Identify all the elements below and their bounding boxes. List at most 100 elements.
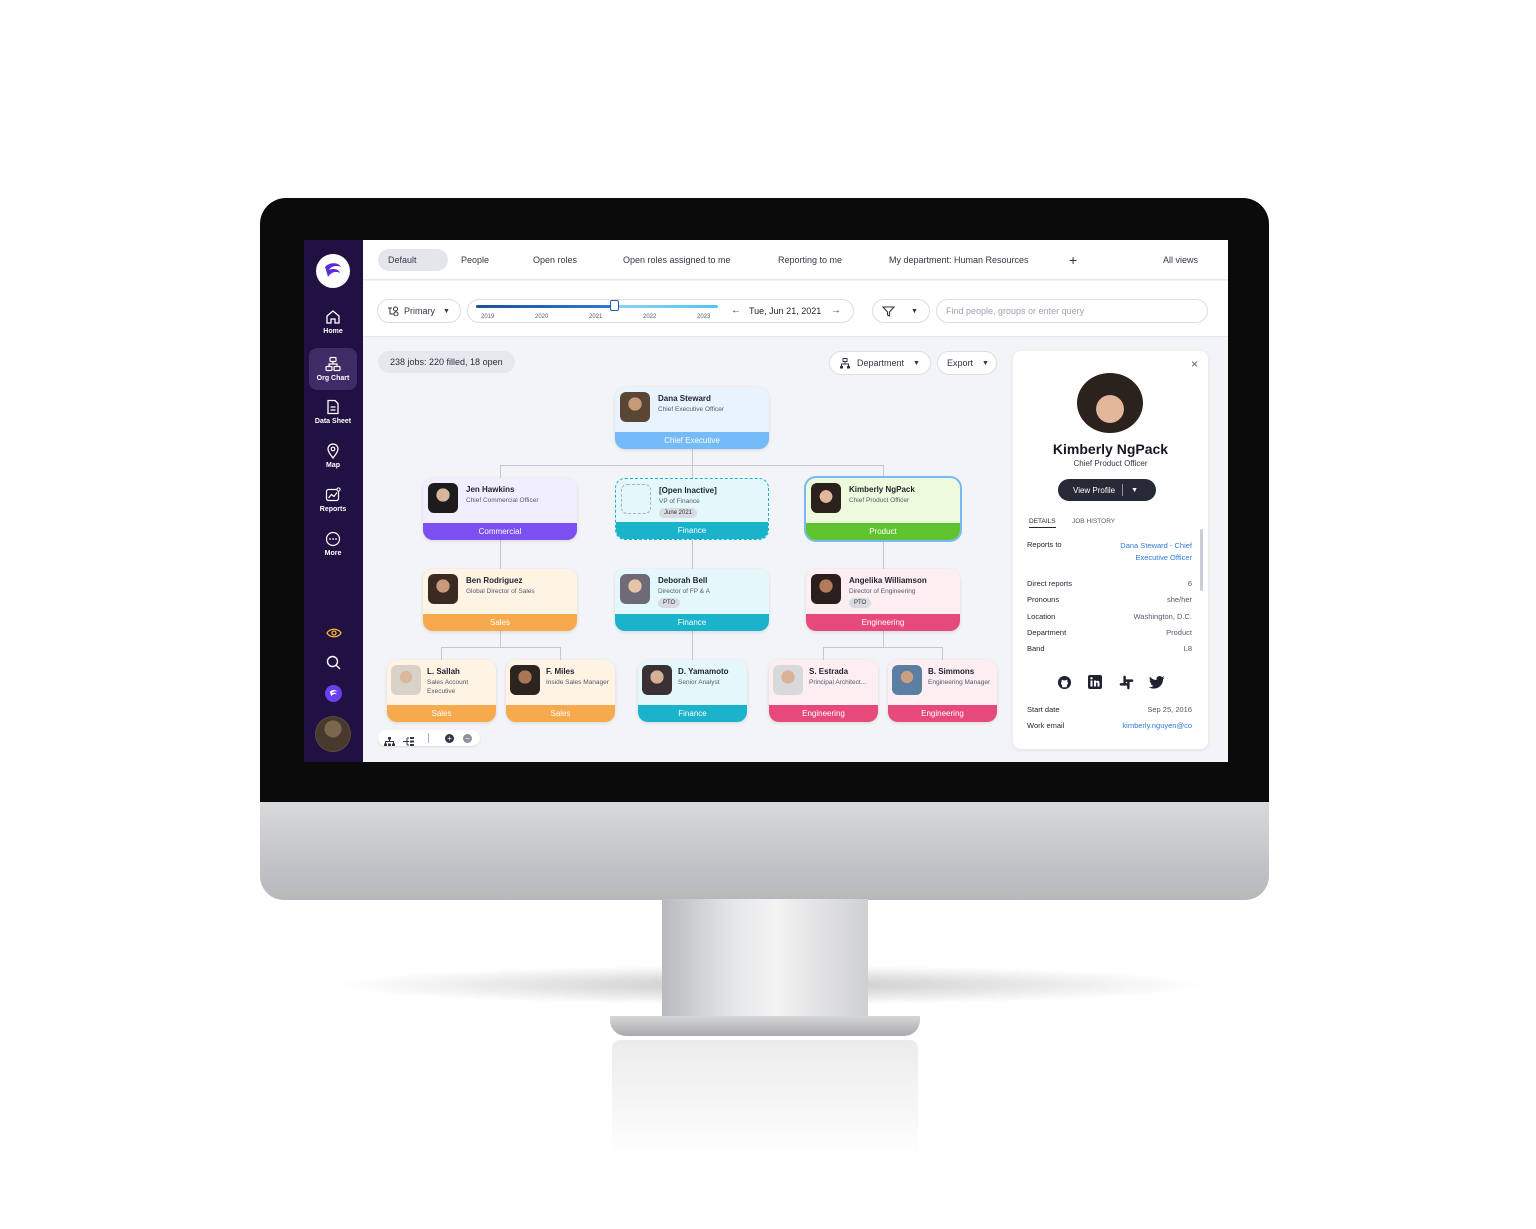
department-band: Commercial (423, 523, 577, 540)
github-icon[interactable] (1056, 674, 1072, 690)
app-logo-small-icon[interactable] (325, 685, 342, 702)
sidebar-item-label: Map (326, 462, 340, 469)
app-logo-icon[interactable] (316, 254, 350, 288)
department-band: Finance (615, 614, 769, 631)
person-photo (642, 665, 672, 695)
home-icon (326, 310, 340, 324)
person-photo (811, 483, 841, 513)
sidebar-item-data-sheet[interactable]: Data Sheet (309, 392, 357, 432)
slack-icon[interactable] (1118, 674, 1134, 690)
tab-people[interactable]: People (451, 249, 499, 271)
tab-job-history[interactable]: JOB HISTORY (1072, 518, 1115, 525)
person-name: Dana Steward (658, 394, 711, 403)
department-band: Sales (423, 614, 577, 631)
sidebar-item-reports[interactable]: Reports (309, 480, 357, 520)
sidebar: Home Org Chart Data Sheet Map Reports Mo… (304, 240, 363, 762)
sidebar-item-more[interactable]: More (309, 524, 357, 564)
add-tab-button[interactable]: + (1059, 249, 1087, 271)
tab-open-roles[interactable]: Open roles (523, 249, 587, 271)
eye-icon[interactable] (325, 624, 342, 641)
panel-scrollbar[interactable] (1200, 529, 1203, 591)
person-photo (892, 665, 922, 695)
chevron-down-icon[interactable]: ▼ (1131, 487, 1138, 494)
sidebar-item-label: Home (323, 328, 343, 335)
tab-my-department[interactable]: My department: Human Resources (879, 249, 1039, 271)
job-count-badge: 238 jobs: 220 filled, 18 open (378, 351, 515, 373)
chevron-down-icon: ▼ (913, 359, 920, 367)
arrow-left-icon[interactable]: ← (731, 305, 741, 316)
close-icon[interactable]: × (1191, 357, 1198, 371)
arrow-right-icon[interactable]: → (831, 305, 841, 316)
org-card[interactable]: D. Yamamoto Senior Analyst Finance (638, 660, 747, 722)
department-band: Sales (387, 705, 496, 722)
org-card[interactable]: Angelika Williamson Director of Engineer… (806, 569, 960, 631)
org-card[interactable]: F. Miles Inside Sales Manager Sales (506, 660, 615, 722)
zoom-in-icon[interactable]: + (445, 734, 454, 743)
department-band: Sales (506, 705, 615, 722)
department-color-button[interactable]: Department ▼ (829, 351, 931, 375)
zoom-out-icon[interactable]: − (463, 734, 472, 743)
filter-icon (882, 305, 895, 317)
person-name: S. Estrada (809, 667, 849, 676)
person-title: VP of Finance (659, 498, 700, 505)
department-label: Department (857, 358, 905, 368)
export-button[interactable]: Export ▼ (937, 351, 997, 375)
detail-label: Band (1027, 644, 1045, 653)
reports-to-link[interactable]: Dana Steward - Chief Executive Officer (1114, 540, 1192, 563)
sidebar-item-label: Org Chart (316, 375, 350, 382)
tab-open-roles-assigned[interactable]: Open roles assigned to me (613, 249, 741, 271)
search-icon[interactable] (325, 654, 342, 671)
org-card[interactable]: S. Estrada Principal Architect... Engine… (769, 660, 878, 722)
search-input[interactable]: Find people, groups or enter query (936, 299, 1208, 323)
all-views-link[interactable]: All views (1153, 249, 1208, 271)
person-photo (510, 665, 540, 695)
list-view-icon[interactable] (403, 733, 414, 751)
person-title: Chief Executive Officer (658, 406, 724, 413)
department-band: Engineering (806, 614, 960, 631)
timeline-slider-track[interactable] (476, 305, 718, 308)
org-card[interactable]: Dana Steward Chief Executive Officer Chi… (615, 387, 769, 449)
person-title: Global Director of Sales (466, 588, 535, 595)
connector-line (692, 631, 693, 660)
sidebar-item-org-chart[interactable]: Org Chart (309, 348, 357, 390)
org-card[interactable]: Deborah Bell Director of FP & A PTO Fina… (615, 569, 769, 631)
org-card[interactable]: Ben Rodriguez Global Director of Sales S… (423, 569, 577, 631)
connector-line (560, 647, 561, 660)
person-name: Jen Hawkins (466, 485, 515, 494)
person-name: Deborah Bell (658, 576, 708, 585)
map-pin-icon (327, 443, 339, 459)
person-name: Angelika Williamson (849, 576, 927, 585)
sidebar-item-map[interactable]: Map (309, 436, 357, 476)
connector-line (692, 540, 693, 569)
view-profile-button[interactable]: View Profile ▼ (1058, 479, 1156, 501)
main-area: Default People Open roles Open roles ass… (363, 240, 1228, 762)
toolbar: Primary ▼ 2019 2020 2021 2022 2023 ← Tue… (363, 281, 1228, 337)
org-card-selected[interactable]: Kimberly NgPack Chief Product Officer Pr… (806, 478, 960, 540)
linkedin-icon[interactable] (1087, 674, 1103, 690)
export-label: Export (947, 358, 974, 368)
tab-default[interactable]: Default (378, 249, 448, 271)
org-card[interactable]: L. Sallah Sales Account Executive Sales (387, 660, 496, 722)
detail-label: Department (1027, 628, 1067, 637)
work-email-link[interactable]: kimberly.nguyen@co (1122, 721, 1192, 730)
twitter-icon[interactable] (1149, 674, 1165, 690)
hierarchy-select[interactable]: Primary ▼ (377, 299, 461, 323)
reports-icon (325, 487, 341, 502)
connector-line (500, 465, 501, 478)
tab-details[interactable]: DETAILS (1029, 518, 1056, 528)
tree-view-icon[interactable] (384, 733, 395, 751)
sidebar-item-home[interactable]: Home (309, 302, 357, 342)
detail-label: Start date (1027, 705, 1060, 714)
person-name: D. Yamamoto (678, 667, 729, 676)
connector-line (500, 631, 501, 647)
org-card-open-role[interactable]: [Open Inactive] VP of Finance June 2021 … (615, 478, 769, 540)
timeline-slider-handle[interactable] (610, 300, 619, 311)
org-card[interactable]: B. Simmons Engineering Manager Engineeri… (888, 660, 997, 722)
filter-button[interactable]: ▼ (872, 299, 930, 323)
divider (1122, 484, 1124, 496)
org-card[interactable]: Jen Hawkins Chief Commercial Officer Com… (423, 478, 577, 540)
user-avatar[interactable] (315, 716, 351, 752)
person-title: Senior Analyst (678, 679, 720, 686)
tab-reporting-to-me[interactable]: Reporting to me (768, 249, 852, 271)
connector-line (692, 449, 693, 466)
